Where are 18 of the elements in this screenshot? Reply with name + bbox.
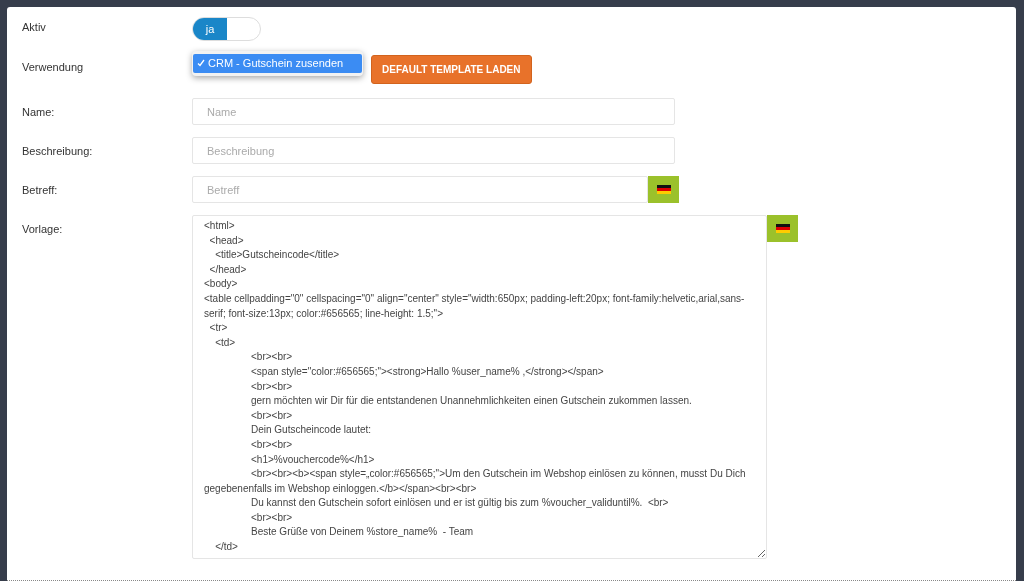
text-field[interactable]: Betreff xyxy=(192,176,648,203)
toggle-switch[interactable]: ja xyxy=(192,17,261,41)
field-label: Betreff: xyxy=(22,183,59,198)
language-button[interactable] xyxy=(767,215,798,242)
flag-icon xyxy=(656,185,671,194)
language-button[interactable] xyxy=(648,176,679,203)
text-field[interactable]: Name xyxy=(192,98,675,125)
field-label: Verwendung xyxy=(22,60,85,75)
check-icon xyxy=(197,59,205,68)
field-label: Vorlage: xyxy=(22,222,64,237)
field-label: Beschreibung: xyxy=(22,144,94,159)
dropdown-option[interactable]: CRM - Gutschein zusenden xyxy=(193,54,362,73)
template-editor[interactable]: <html> <head> <title>Gutscheincode</title> </head> <body> <table cellpadding="0" cellspacing="0" align="center" style="width:650px; padding-left:20px; font-family:helvetic,arial,sans-serif; font-size:13px; color:#656565; line-height: 1.5;"> <tr> <td> <br><br> <span style="color:#656565;"><strong>Hallo %user_name% ,</strong></span> <br><br> gern möchten wir Dir für die entstandenen Unannehmlichkeiten einen Gutschein zukommen lassen. <br><br> Dein Gutscheincode lautet: <br><br> <h1>%vouchercode%</h1> <br><br><b><span style=„color:#656565;">Um den Gutschein im Webshop einlösen zu können, musst Du Dich gegebenenfalls im Webshop einloggen.</b></span><br><br> Du kannst den Gutschein sofort einlösen und er ist gültig bis zum %voucher_validuntil%. <br> <br><br> Beste Grüße von Deinem %store_name% - Team </td> xyxy=(192,215,767,559)
field-label: Name: xyxy=(22,105,56,120)
load-template-button[interactable]: DEFAULT TEMPLATE LADEN xyxy=(371,55,532,84)
text-field[interactable]: Beschreibung xyxy=(192,137,675,164)
field-label: Aktiv xyxy=(22,20,47,35)
flag-icon xyxy=(775,224,790,233)
